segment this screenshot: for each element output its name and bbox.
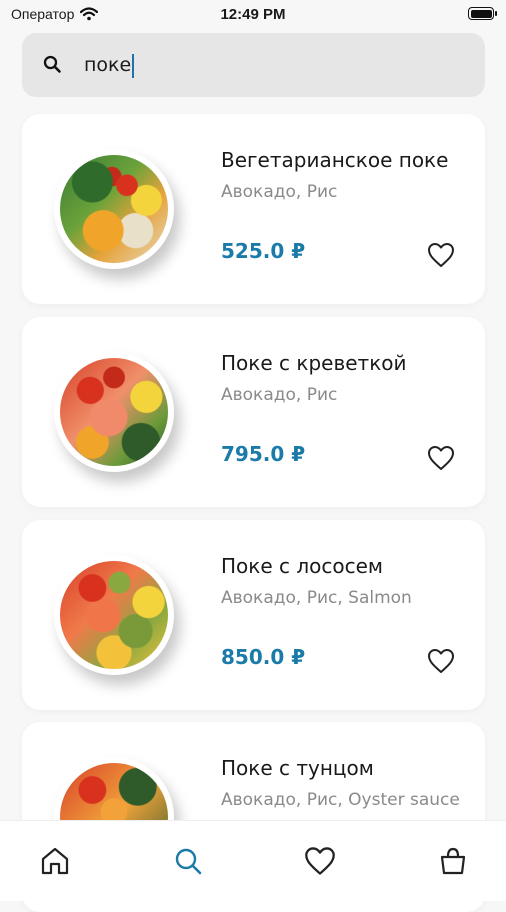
dish-ingredients: Авокадо, Рис, Salmon: [221, 588, 412, 608]
tab-home[interactable]: [37, 843, 73, 879]
favorite-button[interactable]: [426, 443, 456, 473]
favorite-button[interactable]: [426, 646, 456, 676]
results-list: Вегетарианское поке Авокадо, Рис 525.0 ₽…: [0, 0, 506, 912]
tab-bar: [0, 820, 506, 901]
dish-ingredients: Авокадо, Рис, Oyster sauce: [221, 790, 460, 810]
dish-price: 525.0 ₽: [221, 239, 306, 263]
dish-name: Поке с креветкой: [221, 351, 407, 375]
dish-image: [54, 149, 174, 269]
dish-name: Вегетарианское поке: [221, 148, 449, 172]
dish-image: [54, 352, 174, 472]
dish-price: 850.0 ₽: [221, 645, 306, 669]
heart-icon: [428, 649, 454, 673]
heart-icon: [428, 243, 454, 267]
product-card[interactable]: Поке с креветкой Авокадо, Рис 795.0 ₽: [22, 317, 485, 507]
home-icon: [41, 847, 69, 875]
dish-ingredients: Авокадо, Рис: [221, 182, 338, 202]
dish-ingredients: Авокадо, Рис: [221, 385, 338, 405]
tab-favorites[interactable]: [302, 843, 338, 879]
tab-cart[interactable]: [435, 843, 471, 879]
dish-name: Поке с тунцом: [221, 756, 374, 780]
dish-image: [54, 555, 174, 675]
bag-icon: [440, 847, 466, 875]
heart-icon: [428, 446, 454, 470]
favorite-button[interactable]: [426, 240, 456, 270]
heart-icon: [305, 847, 335, 875]
product-card[interactable]: Вегетарианское поке Авокадо, Рис 525.0 ₽: [22, 114, 485, 304]
tab-search[interactable]: [170, 843, 206, 879]
product-card[interactable]: Поке с лососем Авокадо, Рис, Salmon 850.…: [22, 520, 485, 710]
dish-name: Поке с лососем: [221, 554, 384, 578]
dish-price: 795.0 ₽: [221, 442, 306, 466]
search-icon: [175, 848, 202, 875]
